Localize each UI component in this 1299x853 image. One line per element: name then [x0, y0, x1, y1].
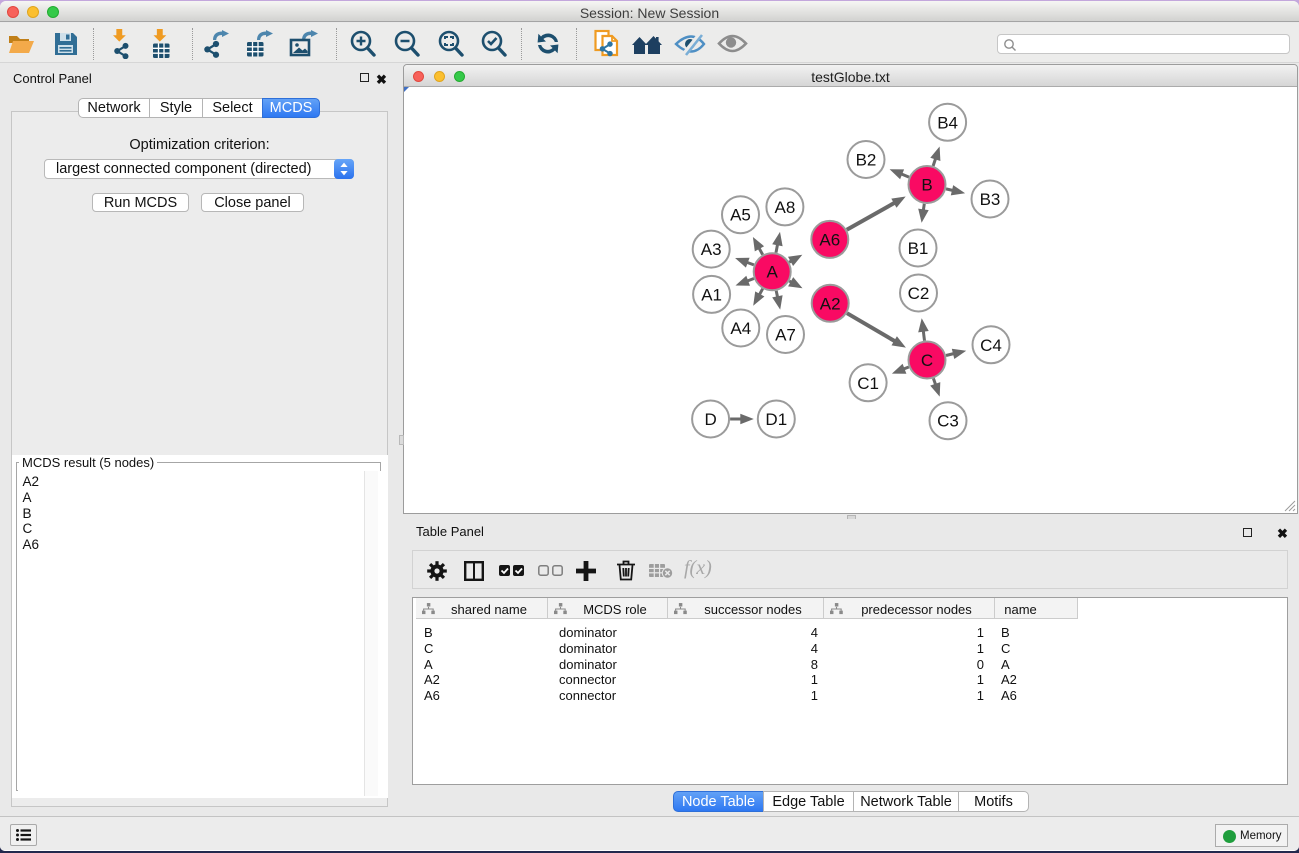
svg-text:B: B [921, 176, 932, 195]
svg-text:A3: A3 [701, 240, 722, 259]
svg-text:C: C [921, 351, 933, 370]
svg-text:B1: B1 [908, 239, 929, 258]
svg-text:C1: C1 [857, 374, 879, 393]
svg-text:A: A [767, 263, 779, 282]
svg-text:A5: A5 [730, 206, 751, 225]
svg-text:D: D [704, 410, 716, 429]
svg-text:A1: A1 [701, 285, 722, 304]
svg-text:B3: B3 [980, 190, 1001, 209]
svg-text:D1: D1 [765, 410, 787, 429]
svg-text:C3: C3 [937, 412, 959, 431]
svg-text:C4: C4 [980, 336, 1002, 355]
svg-text:A7: A7 [775, 326, 796, 345]
svg-text:A2: A2 [820, 294, 841, 313]
svg-text:C2: C2 [908, 284, 930, 303]
svg-text:A4: A4 [730, 319, 751, 338]
svg-text:B2: B2 [856, 151, 877, 170]
svg-text:A6: A6 [819, 230, 840, 249]
svg-text:A8: A8 [775, 198, 796, 217]
svg-text:B4: B4 [937, 113, 958, 132]
